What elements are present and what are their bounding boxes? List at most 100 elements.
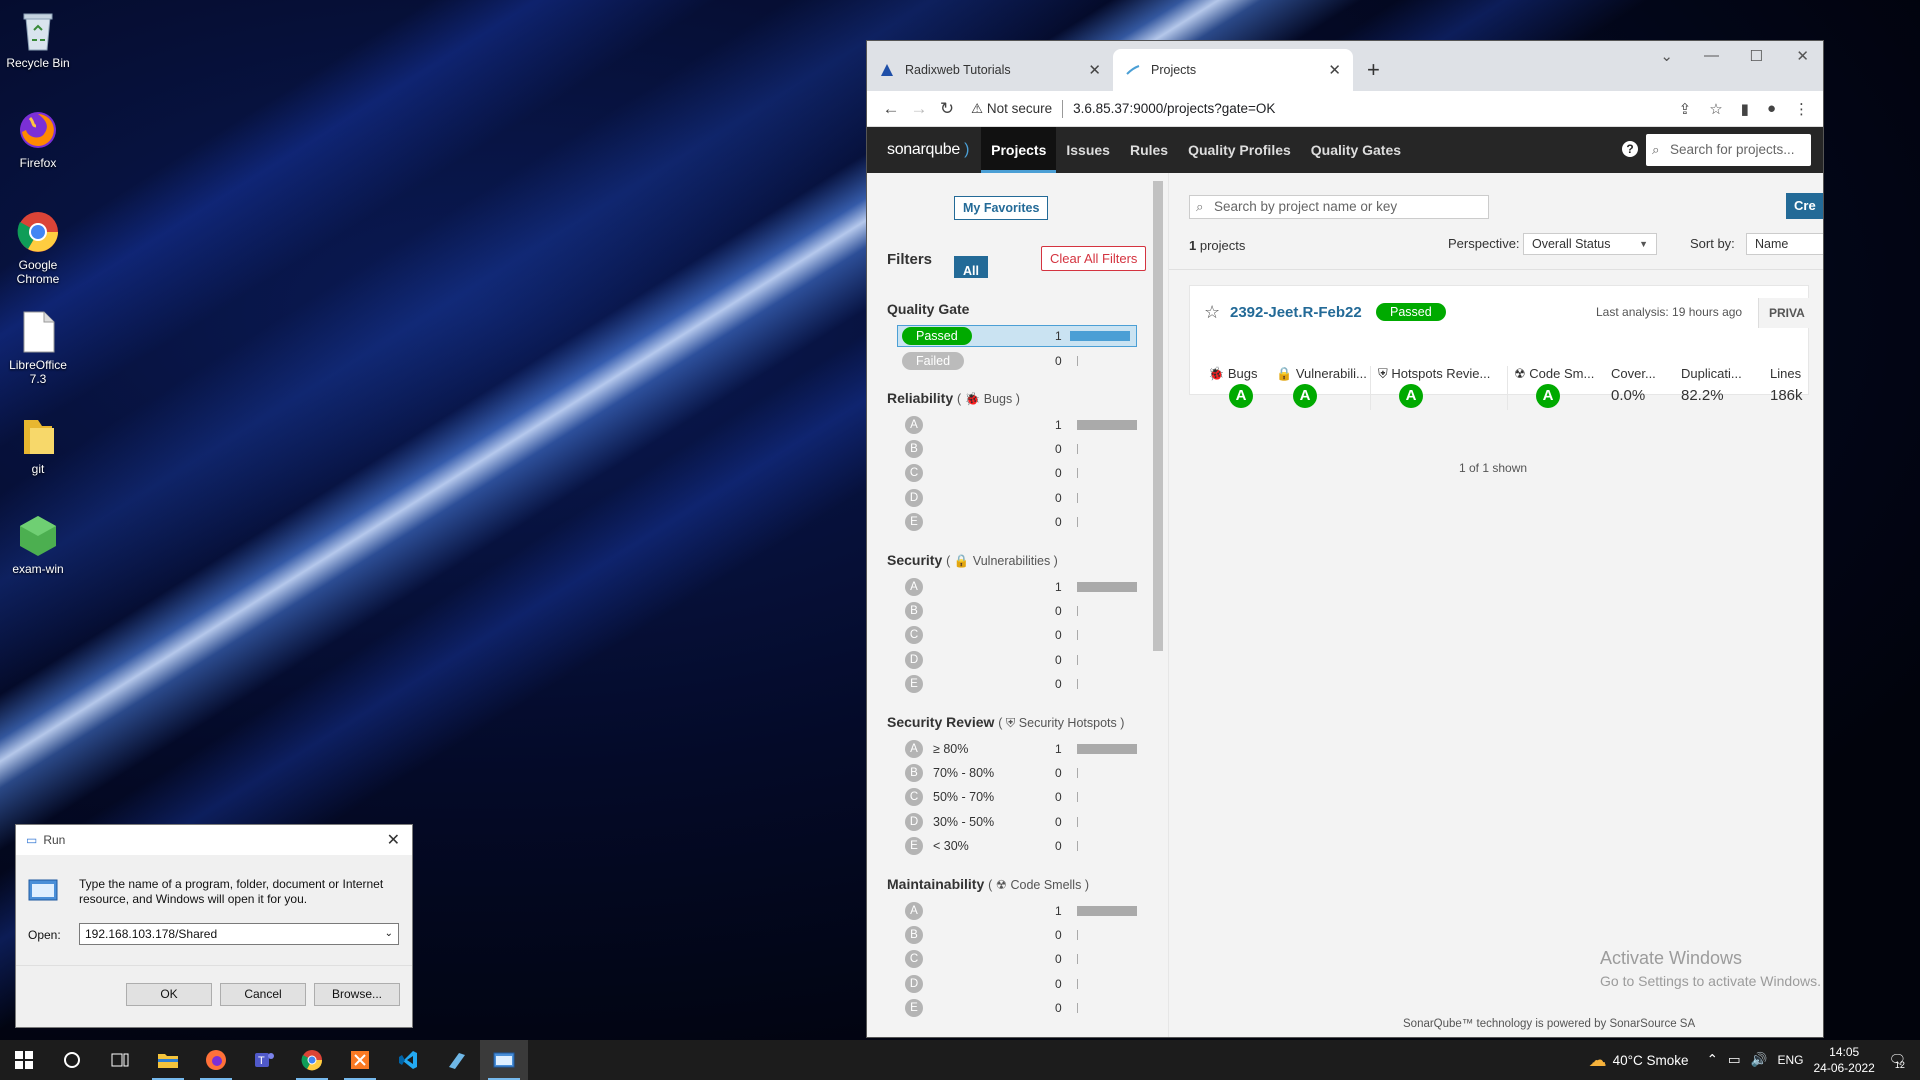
run-taskbar-icon[interactable] — [480, 1040, 528, 1080]
perspective-select[interactable]: Overall Status ▼ — [1523, 233, 1657, 255]
favorite-star-icon[interactable]: ☆ — [1204, 302, 1220, 323]
nav-quality-gates[interactable]: Quality Gates — [1301, 127, 1411, 173]
filter-row-d[interactable]: D 30% - 50% 0 — [897, 811, 1137, 833]
chevron-up-icon[interactable]: ⌃ — [1707, 1052, 1718, 1068]
weather-text[interactable]: 40°C Smoke — [1613, 1053, 1689, 1068]
search-icon[interactable] — [48, 1040, 96, 1080]
desktop-icon-exam-win[interactable]: exam-win — [2, 514, 74, 576]
filter-row-a[interactable]: A1 — [897, 900, 1137, 922]
nav-issues[interactable]: Issues — [1056, 127, 1120, 173]
create-project-button[interactable]: Cre — [1786, 193, 1823, 219]
chrome-icon[interactable] — [288, 1040, 336, 1080]
profile-icon[interactable]: ● — [1767, 100, 1776, 118]
close-window-icon[interactable]: ✕ — [1796, 47, 1809, 65]
shield-icon: ⛨ — [1378, 366, 1388, 381]
filter-row-e[interactable]: E < 30% 0 — [897, 835, 1137, 857]
new-tab-icon[interactable]: + — [1367, 57, 1380, 83]
filter-row-c[interactable]: C0 — [897, 462, 1137, 484]
chevron-down-icon[interactable]: ⌄ — [385, 924, 393, 944]
filter-row-b[interactable]: B0 — [897, 600, 1137, 622]
teams-icon[interactable]: T — [240, 1040, 288, 1080]
back-icon[interactable]: ← — [877, 99, 905, 119]
sort-select[interactable]: Name — [1746, 233, 1823, 255]
filter-row-b[interactable]: B0 — [897, 924, 1137, 946]
metric-bugs-grade[interactable]: A — [1229, 384, 1253, 408]
section-title: Security — [887, 552, 943, 568]
filter-row-e[interactable]: E0 — [897, 673, 1137, 695]
vscode-icon[interactable] — [384, 1040, 432, 1080]
notifications-icon[interactable]: 🗨 12 — [1889, 1052, 1906, 1070]
project-search-input[interactable]: ⌕ Search by project name or key — [1189, 195, 1489, 219]
metric-coverage-value[interactable]: 0.0% — [1611, 387, 1645, 404]
reload-icon[interactable]: ↻ — [933, 99, 961, 119]
metric-duplications-value[interactable]: 82.2% — [1681, 387, 1724, 404]
notepad-icon[interactable] — [432, 1040, 480, 1080]
ok-button[interactable]: OK — [126, 983, 212, 1006]
desktop-icon-recycle-bin[interactable]: Recycle Bin — [2, 8, 74, 70]
filter-row-c[interactable]: C 50% - 70% 0 — [897, 786, 1137, 808]
minimize-icon[interactable]: — — [1704, 47, 1719, 64]
filter-row-e[interactable]: E0 — [897, 997, 1137, 1019]
metric-vulnerabilities-grade[interactable]: A — [1293, 384, 1317, 408]
clear-all-filters-button[interactable]: Clear All Filters — [1041, 246, 1147, 271]
filter-bar — [1077, 906, 1137, 916]
open-combobox[interactable]: 192.168.103.178/Shared ⌄ — [79, 923, 399, 945]
xampp-icon[interactable] — [336, 1040, 384, 1080]
tab-projects[interactable]: Projects ✕ — [1113, 49, 1353, 91]
global-search-input[interactable]: ⌕ Search for projects... — [1646, 134, 1811, 166]
desktop-icon-libreoffice[interactable]: LibreOffice 7.3 — [2, 310, 74, 386]
address-bar[interactable]: 3.6.85.37:9000/projects?gate=OK — [1073, 101, 1275, 116]
filter-row-a[interactable]: A ≥ 80% 1 — [897, 738, 1137, 760]
filter-row-e[interactable]: E0 — [897, 511, 1137, 533]
close-icon[interactable]: ✕ — [387, 830, 400, 850]
filter-row-b[interactable]: B 70% - 80% 0 — [897, 762, 1137, 784]
desktop-icon-firefox[interactable]: Firefox — [2, 108, 74, 170]
volume-icon[interactable]: 🔊 — [1751, 1052, 1768, 1068]
metric-code-smells-grade[interactable]: A — [1536, 384, 1560, 408]
help-icon[interactable]: ? — [1622, 141, 1638, 157]
forward-icon[interactable]: → — [905, 99, 933, 119]
share-icon[interactable]: ⇪ — [1679, 100, 1692, 118]
desktop-icon-git[interactable]: git — [2, 414, 74, 476]
metric-hotspots-grade[interactable]: A — [1399, 384, 1423, 408]
all-button[interactable]: All — [954, 256, 988, 278]
task-view-icon[interactable] — [96, 1040, 144, 1080]
filter-row-c[interactable]: C0 — [897, 948, 1137, 970]
filter-row-d[interactable]: D0 — [897, 649, 1137, 671]
file-explorer-icon[interactable] — [144, 1040, 192, 1080]
not-secure-indicator[interactable]: ⚠ Not secure — [971, 101, 1052, 117]
desktop-icon-chrome[interactable]: Google Chrome — [2, 210, 74, 286]
maximize-icon[interactable]: ☐ — [1750, 47, 1763, 65]
filter-row-d[interactable]: D0 — [897, 973, 1137, 995]
start-button[interactable] — [0, 1040, 48, 1080]
nav-rules[interactable]: Rules — [1120, 127, 1178, 173]
browse-button[interactable]: Browse... — [314, 983, 400, 1006]
menu-icon[interactable]: ⋮ — [1794, 100, 1809, 118]
filter-row-b[interactable]: B0 — [897, 438, 1137, 460]
close-icon[interactable]: ✕ — [1328, 61, 1341, 79]
clock[interactable]: 14:05 24-06-2022 — [1813, 1044, 1874, 1076]
nav-projects[interactable]: Projects — [981, 127, 1057, 173]
filter-row-d[interactable]: D0 — [897, 487, 1137, 509]
recycle-bin-icon — [16, 8, 60, 52]
my-favorites-button[interactable]: My Favorites — [954, 196, 1049, 220]
sidebar-icon[interactable]: ▮ — [1741, 100, 1749, 118]
nav-quality-profiles[interactable]: Quality Profiles — [1178, 127, 1301, 173]
bookmark-star-icon[interactable]: ☆ — [1709, 100, 1722, 118]
bug-icon: 🐞 — [1208, 366, 1225, 381]
tab-radixweb[interactable]: Radixweb Tutorials ✕ — [867, 49, 1113, 91]
project-name-link[interactable]: 2392-Jeet.R-Feb22 — [1230, 304, 1362, 321]
network-icon[interactable]: ▭ — [1728, 1052, 1741, 1068]
cancel-button[interactable]: Cancel — [220, 983, 306, 1006]
filter-row-failed[interactable]: Failed 0 — [897, 350, 1137, 372]
sonarqube-logo[interactable]: sonarqube ) — [887, 141, 969, 159]
tab-search-icon[interactable]: ⌄ — [1660, 47, 1673, 65]
filter-row-a[interactable]: A1 — [897, 414, 1137, 436]
filter-row-c[interactable]: C0 — [897, 624, 1137, 646]
filter-row-a[interactable]: A1 — [897, 576, 1137, 598]
sidebar-scrollbar[interactable] — [1153, 181, 1163, 651]
close-icon[interactable]: ✕ — [1088, 61, 1101, 79]
language-indicator[interactable]: ENG — [1777, 1053, 1803, 1067]
filter-row-passed[interactable]: Passed 1 — [897, 325, 1137, 347]
firefox-icon[interactable] — [192, 1040, 240, 1080]
